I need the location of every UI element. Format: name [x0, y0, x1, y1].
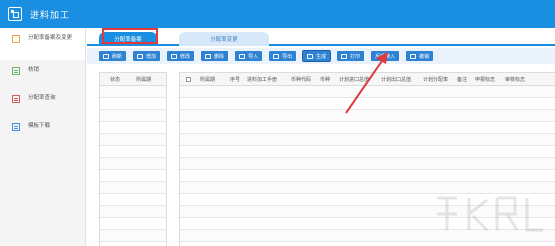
- checkbox-icon: [307, 53, 314, 59]
- delete-button[interactable]: 删除: [201, 51, 229, 61]
- trash-icon: [205, 53, 212, 59]
- refresh-button[interactable]: 刷新: [99, 51, 127, 61]
- column-header-declare-flag[interactable]: 申报标志: [472, 76, 502, 83]
- print-label: 打印: [350, 53, 361, 60]
- table-row: [180, 122, 555, 134]
- column-header-seq[interactable]: 序号: [227, 76, 244, 83]
- table-row: [100, 206, 166, 218]
- column-header-status[interactable]: 状态: [100, 76, 133, 83]
- refresh-icon: [103, 53, 109, 59]
- sidebar-item-query[interactable]: 分配率查询: [0, 88, 85, 116]
- column-header-period[interactable]: 所属期: [197, 76, 227, 83]
- generate-label: 生成: [316, 53, 327, 60]
- column-header-planned-export[interactable]: 计划出口总值: [378, 76, 420, 83]
- edit-label: 修改: [180, 53, 191, 60]
- feedback-import-label: 反馈读入: [375, 53, 396, 60]
- table-row: [180, 98, 555, 110]
- feedback-import-button[interactable]: 反馈读入: [371, 51, 400, 61]
- allocation-table-header: 所属期 序号 进料加工手册 币种代码 币种 计划进口总值 计划出口总值 计划分配…: [180, 73, 555, 86]
- sidebar-item-filing[interactable]: 分配率备案及变更: [0, 28, 85, 60]
- table-row: [100, 230, 166, 242]
- column-header-audit-flag[interactable]: 审核标志: [502, 76, 532, 83]
- table-row: [100, 170, 166, 182]
- sidebar-item-label: 核销: [28, 67, 40, 73]
- sidebar-item-label: 分配率备案及变更: [28, 35, 73, 41]
- add-button[interactable]: 增加: [133, 51, 161, 61]
- plus-icon: [137, 53, 144, 59]
- printer-icon: [341, 53, 348, 59]
- table-row: [100, 98, 166, 110]
- watermark-logo: [437, 196, 543, 232]
- delete-label: 删除: [214, 53, 225, 60]
- undo-icon: [410, 53, 417, 59]
- sidebar: 分配率备案及变更 核销 分配率查询 模板下载: [0, 28, 86, 246]
- app-title: 进料加工: [30, 9, 71, 20]
- app-logo-icon: [8, 7, 22, 21]
- table-row: [100, 182, 166, 194]
- withdraw-label: 撤销: [419, 53, 430, 60]
- sidebar-item-label: 模板下载: [28, 123, 51, 129]
- status-table: 状态 所属期: [99, 72, 167, 246]
- sidebar-item-template-download[interactable]: 模板下载: [0, 116, 85, 144]
- tab-change[interactable]: 分配率变更: [179, 32, 269, 46]
- card-icon: [12, 35, 20, 43]
- export-label: 导出: [282, 53, 293, 60]
- print-button[interactable]: 打印: [337, 51, 365, 61]
- ledger-icon: [12, 67, 20, 75]
- upload-icon: [239, 53, 246, 59]
- table-row: [180, 146, 555, 158]
- column-header-currency-code[interactable]: 币种代码: [288, 76, 317, 83]
- export-button[interactable]: 导出: [269, 51, 297, 61]
- table-row: [180, 158, 555, 170]
- sidebar-item-verification[interactable]: 核销: [0, 60, 85, 88]
- title-bar: 进料加工: [0, 0, 555, 28]
- import-label: 导入: [248, 53, 259, 60]
- withdraw-button[interactable]: 撤销: [406, 51, 434, 61]
- download-icon: [273, 53, 280, 59]
- column-header-period[interactable]: 所属期: [133, 76, 166, 83]
- status-table-header: 状态 所属期: [100, 73, 166, 86]
- edit-button[interactable]: 修改: [167, 51, 195, 61]
- refresh-label: 刷新: [112, 53, 123, 60]
- table-row: [100, 86, 166, 98]
- select-all-checkbox[interactable]: [186, 76, 191, 82]
- tab-bar: 分配率备案 分配率变更: [87, 28, 555, 46]
- table-row: [100, 134, 166, 146]
- sidebar-item-label: 分配率查询: [28, 95, 56, 101]
- import-button[interactable]: 导入: [235, 51, 263, 61]
- edit-icon: [171, 53, 178, 59]
- template-icon: [12, 123, 20, 131]
- table-row: [100, 194, 166, 206]
- table-row: [100, 218, 166, 230]
- table-row: [180, 134, 555, 146]
- add-label: 增加: [146, 53, 157, 60]
- table-row: [100, 110, 166, 122]
- status-table-body: [100, 86, 166, 242]
- column-header-planned-import[interactable]: 计划进口总值: [336, 76, 378, 83]
- table-row: [180, 110, 555, 122]
- column-header-handbook[interactable]: 进料加工手册: [244, 76, 288, 83]
- tab-filing[interactable]: 分配率备案: [99, 32, 157, 46]
- query-doc-icon: [12, 95, 20, 103]
- toolbar: 刷新 增加 修改 删除 导入 导出 生成 打印 反馈读入 撤销: [87, 48, 555, 64]
- table-row: [100, 146, 166, 158]
- table-row: [180, 86, 555, 98]
- column-header-currency[interactable]: 币种: [317, 76, 336, 83]
- table-row: [100, 158, 166, 170]
- column-header-remark[interactable]: 备注: [454, 76, 472, 83]
- column-header-planned-rate[interactable]: 计划分配率: [420, 76, 454, 83]
- generate-button[interactable]: 生成: [302, 50, 332, 62]
- table-row: [100, 122, 166, 134]
- table-row: [180, 170, 555, 182]
